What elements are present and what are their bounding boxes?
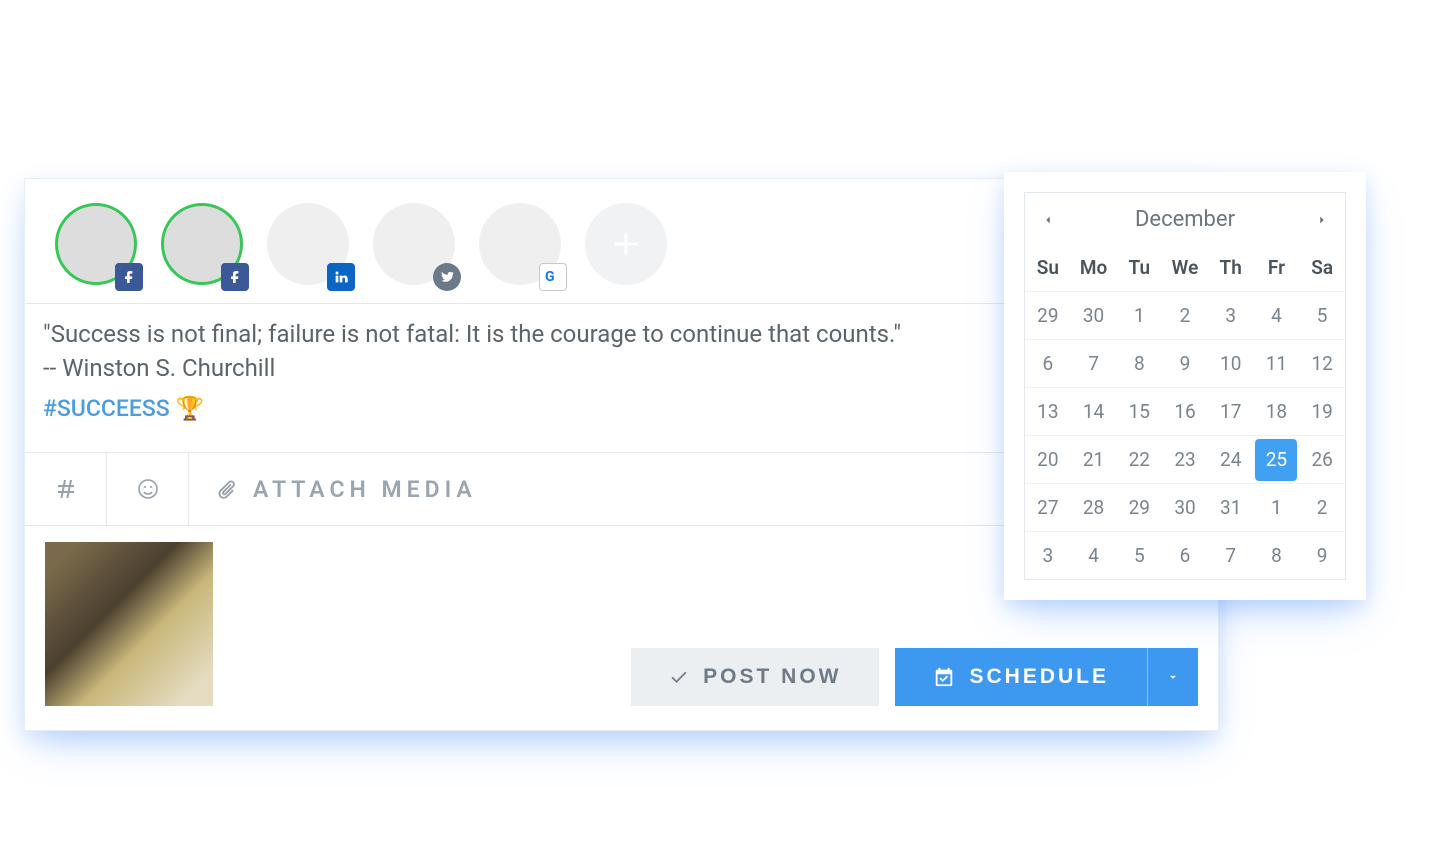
check-icon [669, 667, 689, 687]
calendar-day[interactable]: 2 [1299, 483, 1345, 531]
calendar-day[interactable]: 31 [1208, 483, 1254, 531]
calendar-day[interactable]: 13 [1025, 387, 1071, 435]
calendar-day[interactable]: 17 [1208, 387, 1254, 435]
account-avatar-linkedin[interactable] [267, 203, 349, 285]
facebook-icon [115, 263, 143, 291]
calendar-day[interactable]: 3 [1208, 291, 1254, 339]
facebook-icon [221, 263, 249, 291]
trophy-icon: 🏆 [176, 395, 205, 422]
weekday-header: Sa [1299, 246, 1345, 291]
calendar-day[interactable]: 1 [1116, 291, 1162, 339]
weekday-header: Tu [1116, 246, 1162, 291]
schedule-button[interactable]: SCHEDULE [895, 648, 1147, 706]
weekday-header: Mo [1071, 246, 1117, 291]
account-avatar-twitter[interactable] [373, 203, 455, 285]
linkedin-icon [327, 263, 355, 291]
calendar-day[interactable]: 10 [1208, 339, 1254, 387]
chevron-right-icon [1315, 213, 1329, 227]
next-month-button[interactable] [1315, 213, 1329, 227]
calendar-day[interactable]: 29 [1025, 291, 1071, 339]
calendar-day[interactable]: 6 [1025, 339, 1071, 387]
schedule-label: SCHEDULE [969, 665, 1109, 689]
calendar-grid: SuMoTuWeThFrSa29301234567891011121314151… [1025, 246, 1345, 579]
calendar-day[interactable]: 22 [1116, 435, 1162, 483]
calendar-day[interactable]: 4 [1254, 291, 1300, 339]
schedule-dropdown-toggle[interactable] [1147, 648, 1198, 706]
calendar-day[interactable]: 7 [1071, 339, 1117, 387]
calendar-day[interactable]: 12 [1299, 339, 1345, 387]
calendar-day[interactable]: 4 [1071, 531, 1117, 579]
hashtag-icon [54, 477, 78, 501]
hashtag-button[interactable] [25, 453, 107, 525]
calendar-header: December [1025, 193, 1345, 246]
account-avatar-facebook-2[interactable] [161, 203, 243, 285]
action-buttons: POST NOW SCHEDULE [631, 648, 1198, 706]
calendar-day[interactable]: 5 [1299, 291, 1345, 339]
calendar-day[interactable]: 7 [1208, 531, 1254, 579]
prev-month-button[interactable] [1041, 213, 1055, 227]
calendar-day[interactable]: 5 [1116, 531, 1162, 579]
weekday-header: We [1162, 246, 1208, 291]
google-business-icon: G [539, 263, 567, 291]
weekday-header: Th [1208, 246, 1254, 291]
weekday-header: Su [1025, 246, 1071, 291]
chevron-down-icon [1166, 670, 1180, 684]
twitter-icon [433, 263, 461, 291]
calendar-day[interactable]: 14 [1071, 387, 1117, 435]
month-label: December [1135, 207, 1235, 232]
post-now-label: POST NOW [703, 665, 841, 689]
calendar-day[interactable]: 9 [1162, 339, 1208, 387]
calendar-day[interactable]: 23 [1162, 435, 1208, 483]
calendar-day[interactable]: 24 [1208, 435, 1254, 483]
calendar-day[interactable]: 11 [1254, 339, 1300, 387]
post-now-button[interactable]: POST NOW [631, 648, 879, 706]
calendar-day[interactable]: 26 [1299, 435, 1345, 483]
plus-icon [609, 227, 643, 261]
add-account-button[interactable] [585, 203, 667, 285]
calendar-day[interactable]: 30 [1071, 291, 1117, 339]
calendar-day[interactable]: 30 [1162, 483, 1208, 531]
calendar-day[interactable]: 6 [1162, 531, 1208, 579]
chevron-left-icon [1041, 213, 1055, 227]
calendar-day[interactable]: 2 [1162, 291, 1208, 339]
calendar-day[interactable]: 28 [1071, 483, 1117, 531]
calendar-day[interactable]: 27 [1025, 483, 1071, 531]
calendar-day[interactable]: 21 [1071, 435, 1117, 483]
date-picker: December SuMoTuWeThFrSa29301234567891011… [1004, 172, 1366, 600]
calendar-day[interactable]: 8 [1116, 339, 1162, 387]
calendar-day[interactable]: 15 [1116, 387, 1162, 435]
account-avatar-google-business[interactable]: G [479, 203, 561, 285]
calendar-day[interactable]: 20 [1025, 435, 1071, 483]
paperclip-icon [215, 478, 237, 500]
emoji-icon [136, 477, 160, 501]
account-avatar-facebook-1[interactable] [55, 203, 137, 285]
calendar-day[interactable]: 25 [1254, 435, 1300, 483]
calendar-day[interactable]: 16 [1162, 387, 1208, 435]
emoji-button[interactable] [107, 453, 189, 525]
calendar-check-icon [933, 666, 955, 688]
weekday-header: Fr [1254, 246, 1300, 291]
calendar-day[interactable]: 18 [1254, 387, 1300, 435]
calendar-day[interactable]: 8 [1254, 531, 1300, 579]
attach-media-label: ATTACH MEDIA [253, 476, 477, 503]
calendar-day[interactable]: 9 [1299, 531, 1345, 579]
calendar-day[interactable]: 3 [1025, 531, 1071, 579]
calendar-day[interactable]: 1 [1254, 483, 1300, 531]
calendar-day[interactable]: 19 [1299, 387, 1345, 435]
attached-media-thumbnail[interactable] [45, 542, 213, 706]
calendar-day[interactable]: 29 [1116, 483, 1162, 531]
